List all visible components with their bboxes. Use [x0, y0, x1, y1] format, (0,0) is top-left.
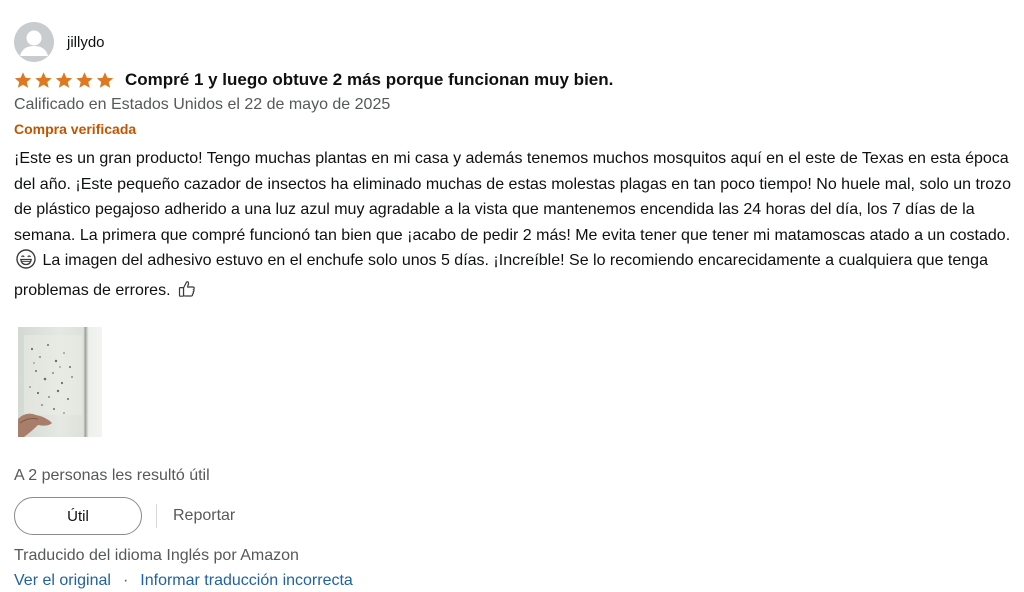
see-original-link[interactable]: Ver el original [14, 570, 111, 592]
report-translation-link[interactable]: Informar traducción incorrecta [140, 570, 353, 592]
reviewer-name[interactable]: jillydo [67, 34, 105, 51]
helpful-button[interactable]: Útil [14, 497, 142, 535]
report-link[interactable]: Reportar [173, 507, 235, 525]
star-rating[interactable] [14, 71, 117, 89]
verified-purchase-badge: Compra verificada [14, 121, 137, 137]
user-silhouette-icon [14, 22, 54, 62]
avatar[interactable] [14, 22, 54, 62]
review-card: jillydo Compré 1 y luego obtuve 2 más po… [14, 22, 1014, 592]
review-body-text-2: La imagen del adhesivo estuvo en el ench… [14, 252, 988, 299]
sticky-trap-photo [18, 327, 102, 437]
five-stars-icon [14, 72, 114, 88]
review-date: Calificado en Estados Unidos el 22 de ma… [14, 96, 391, 113]
review-body: ¡Este es un gran producto! Tengo muchas … [14, 146, 1016, 307]
actions-divider [156, 504, 157, 528]
link-separator: · [122, 572, 129, 589]
review-body-text-1: ¡Este es un gran producto! Tengo muchas … [14, 150, 1012, 244]
reviewer-profile[interactable]: jillydo [14, 22, 1014, 62]
helpful-count: A 2 personas les resultó útil [14, 467, 210, 484]
thumbs-up-icon [177, 279, 197, 308]
review-title[interactable]: Compré 1 y luego obtuve 2 más porque fun… [125, 70, 613, 90]
review-actions: Útil Reportar [14, 497, 1014, 535]
review-title-row: Compré 1 y luego obtuve 2 más porque fun… [14, 69, 1014, 91]
translation-note: Traducido del idioma Inglés por Amazon [14, 547, 299, 564]
translation-links: Ver el original · Informar traducción in… [14, 570, 1014, 592]
review-photo-thumbnail[interactable] [18, 327, 102, 437]
grinning-face-icon [16, 249, 36, 278]
